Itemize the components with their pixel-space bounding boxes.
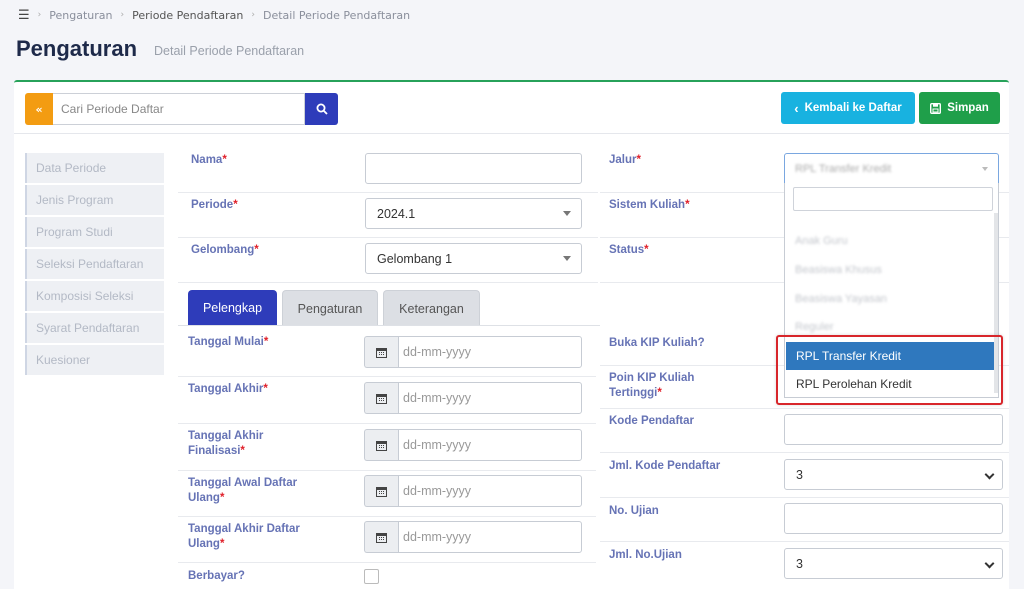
sidebar-item-data-periode[interactable]: Data Periode [25, 153, 164, 183]
jml-kode-pendaftar-select[interactable]: 3 [784, 459, 1003, 490]
jalur-label: Jalur* [609, 154, 641, 166]
kode-pendaftar-input[interactable] [784, 414, 1003, 445]
divider [178, 516, 596, 517]
tanggal-mulai-label: Tanggal Mulai* [188, 336, 269, 348]
nama-label: Nama* [191, 154, 227, 166]
tanggal-akhir-input[interactable]: dd-mm-yyyy [398, 382, 582, 414]
chevron-left-icon: ‹ [794, 100, 799, 116]
divider [178, 470, 596, 471]
jml-no-ujian-label: Jml. No.Ujian [609, 549, 682, 561]
jml-no-ujian-select[interactable]: 3 [784, 548, 1003, 579]
calendar-icon[interactable] [364, 521, 398, 553]
nama-input[interactable] [365, 153, 582, 184]
sidebar-item-syarat-pendaftaran[interactable]: Syarat Pendaftaran [25, 313, 164, 343]
collapse-sidebar-button[interactable]: « [25, 93, 53, 125]
gelombang-label: Gelombang* [191, 244, 259, 256]
berbayar-label: Berbayar? [188, 570, 245, 582]
sidebar: Data Periode Jenis Program Program Studi… [25, 153, 164, 377]
tanggal-mulai-field[interactable]: dd-mm-yyyy [364, 336, 582, 368]
tanggal-akhir-field[interactable]: dd-mm-yyyy [364, 382, 582, 414]
back-label: Kembali ke Daftar [804, 102, 902, 114]
tanggal-akhir-daftar-ulang-input[interactable]: dd-mm-yyyy [398, 521, 582, 553]
chevron-down-icon [984, 469, 995, 480]
page-title: Pengaturan [16, 36, 138, 61]
status-label: Status* [609, 244, 649, 256]
highlight-annotation-box [776, 335, 1003, 405]
breadcrumb-item-current: Detail Periode Pendaftaran [262, 8, 411, 22]
divider [600, 541, 1009, 542]
kode-pendaftar-label: Kode Pendaftar [609, 415, 694, 427]
search-icon [316, 103, 328, 115]
periode-label: Periode* [191, 199, 238, 211]
sidebar-item-seleksi-pendaftaran[interactable]: Seleksi Pendaftaran [25, 249, 164, 279]
caret-down-icon [563, 256, 571, 261]
tanggal-awal-daftar-ulang-field[interactable]: dd-mm-yyyy [364, 475, 582, 507]
no-ujian-label: No. Ujian [609, 505, 659, 517]
chevron-down-icon [984, 558, 995, 569]
tanggal-akhir-finalisasi-label: Tanggal Akhir Finalisasi* [188, 430, 264, 457]
dropdown-option[interactable]: Reguler [795, 321, 834, 333]
sistem-kuliah-label: Sistem Kuliah* [609, 199, 690, 211]
sidebar-item-jenis-program[interactable]: Jenis Program [25, 185, 164, 215]
calendar-icon[interactable] [364, 336, 398, 368]
tanggal-akhir-daftar-ulang-label: Tanggal Akhir Daftar Ulang* [188, 523, 300, 550]
divider [178, 376, 596, 377]
jalur-select[interactable]: RPL Transfer Kredit [784, 153, 999, 184]
tanggal-akhir-daftar-ulang-field[interactable]: dd-mm-yyyy [364, 521, 582, 553]
tab-keterangan[interactable]: Keterangan [383, 290, 480, 326]
page-subtitle: Detail Periode Pendaftaran [154, 44, 305, 58]
tanggal-mulai-input[interactable]: dd-mm-yyyy [398, 336, 582, 368]
jalur-selected-value: RPL Transfer Kredit [795, 162, 892, 175]
search-input[interactable] [53, 93, 305, 125]
tanggal-awal-daftar-ulang-label: Tanggal Awal Daftar Ulang* [188, 477, 298, 504]
divider [178, 237, 598, 238]
divider [178, 423, 596, 424]
tanggal-akhir-finalisasi-input[interactable]: dd-mm-yyyy [398, 429, 582, 461]
gelombang-select[interactable]: Gelombang 1 [365, 243, 582, 274]
tab-pengaturan[interactable]: Pengaturan [282, 290, 378, 326]
sidebar-item-program-studi[interactable]: Program Studi [25, 217, 164, 247]
dropdown-search-input[interactable] [793, 187, 993, 211]
buka-kip-label: Buka KIP Kuliah? [609, 337, 705, 349]
calendar-icon[interactable] [364, 475, 398, 507]
breadcrumb: ☰ › Pengaturan › Periode Pendaftaran › D… [18, 7, 411, 23]
divider [178, 192, 598, 193]
dropdown-option[interactable]: Beasiswa Yayasan [795, 293, 887, 305]
divider [600, 408, 1009, 409]
berbayar-checkbox[interactable] [364, 569, 379, 584]
periode-select[interactable]: 2024.1 [365, 198, 582, 229]
tanggal-akhir-label: Tanggal Akhir* [188, 383, 268, 395]
breadcrumb-item[interactable]: Periode Pendaftaran [132, 9, 243, 22]
save-icon [930, 102, 942, 114]
divider [600, 497, 1009, 498]
divider [14, 133, 1009, 134]
tab-pelengkap[interactable]: Pelengkap [188, 290, 277, 326]
jml-kode-pendaftar-label: Jml. Kode Pendaftar [609, 460, 721, 472]
breadcrumb-item[interactable]: Pengaturan [49, 9, 112, 22]
tanggal-awal-daftar-ulang-input[interactable]: dd-mm-yyyy [398, 475, 582, 507]
no-ujian-input[interactable] [784, 503, 1003, 534]
divider [178, 282, 598, 283]
dropdown-option[interactable]: Beasiswa Khusus [795, 264, 882, 276]
caret-down-icon [982, 167, 988, 171]
poin-kip-label: Poin KIP Kuliah Tertinggi* [609, 372, 695, 399]
divider [178, 562, 596, 563]
tab-divider [178, 325, 600, 326]
divider [600, 452, 1009, 453]
calendar-icon[interactable] [364, 382, 398, 414]
search-button[interactable] [305, 93, 338, 125]
caret-down-icon [563, 211, 571, 216]
save-button[interactable]: Simpan [919, 92, 1000, 124]
back-to-list-button[interactable]: ‹ Kembali ke Daftar [781, 92, 915, 124]
hamburger-menu-icon[interactable]: ☰ [18, 8, 30, 23]
sidebar-item-komposisi-seleksi[interactable]: Komposisi Seleksi [25, 281, 164, 311]
save-label: Simpan [947, 102, 989, 114]
dropdown-option[interactable]: Anak Guru [795, 235, 848, 247]
tanggal-akhir-finalisasi-field[interactable]: dd-mm-yyyy [364, 429, 582, 461]
calendar-icon[interactable] [364, 429, 398, 461]
sidebar-item-kuesioner[interactable]: Kuesioner [25, 345, 164, 375]
